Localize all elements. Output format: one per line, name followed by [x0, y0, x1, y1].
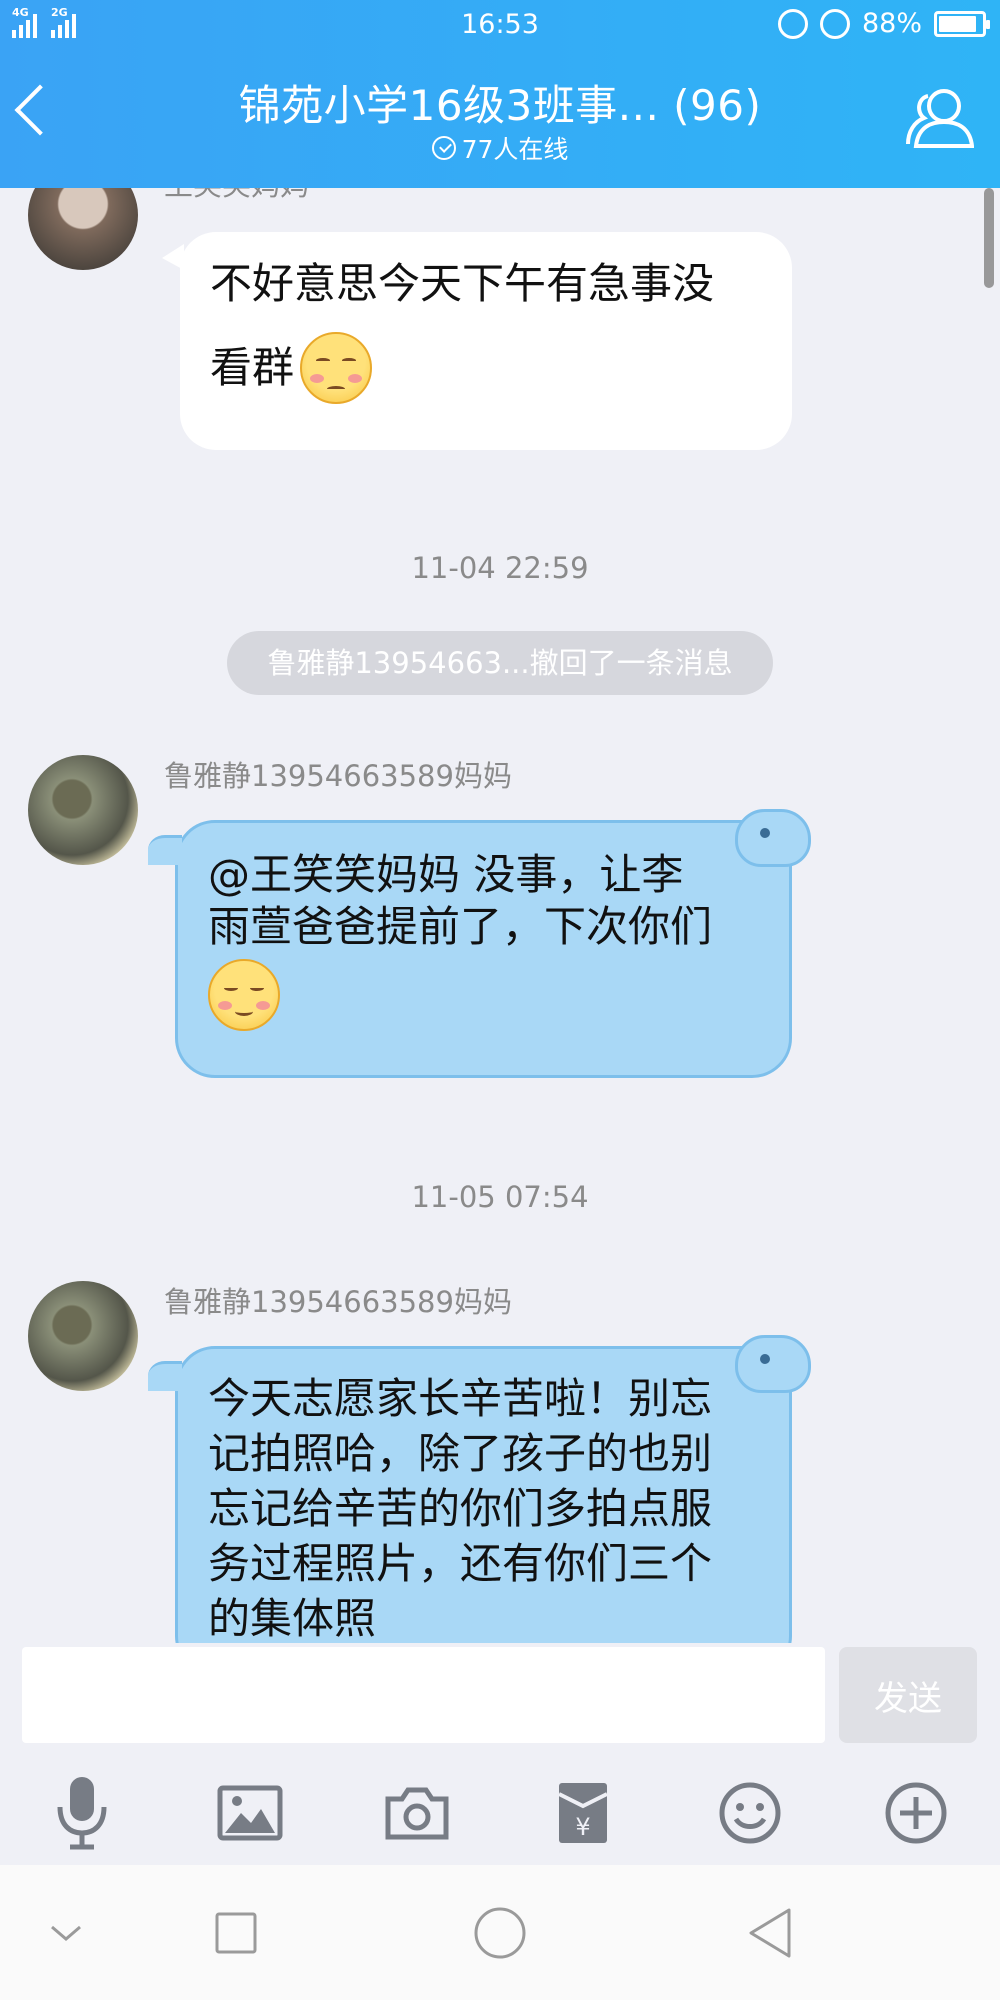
battery-icon [934, 10, 990, 37]
message-text: 忘记给辛苦的你们多拍点服 [208, 1484, 713, 1533]
bubble-decoration [735, 1335, 811, 1393]
chat-header: 4G 2G 16:53 88% 锦苑小学16级3班事... (96) 77人在线 [0, 0, 1000, 188]
avatar[interactable] [28, 1281, 138, 1391]
avatar[interactable] [28, 755, 138, 865]
alarm-icon [819, 8, 850, 39]
timestamp: 11-04 22:59 [411, 551, 589, 585]
camera-icon[interactable] [377, 1773, 457, 1853]
input-area: 发送 ¥ [0, 1643, 1000, 1865]
timestamp: 11-05 07:54 [411, 1180, 589, 1214]
microphone-icon[interactable] [42, 1773, 122, 1853]
emoji-icon[interactable] [710, 1773, 790, 1853]
home-icon[interactable] [470, 1903, 530, 1963]
message-text: 的集体照 [208, 1594, 377, 1643]
recall-notice: 鲁雅静13954663...撤回了一条消息 [227, 631, 773, 695]
bubble-tail [148, 1361, 182, 1391]
chat-title[interactable]: 锦苑小学16级3班事... (96) [0, 72, 1000, 133]
recents-icon[interactable] [206, 1903, 266, 1963]
message-text: 记拍照哈，除了孩子的也别 [208, 1429, 713, 1478]
message-input[interactable] [22, 1647, 825, 1743]
svg-text:¥: ¥ [575, 1813, 590, 1841]
scrollbar[interactable] [984, 188, 994, 288]
online-count[interactable]: 77人在线 [0, 130, 1000, 166]
send-button[interactable]: 发送 [839, 1647, 977, 1743]
sender-name: 鲁雅静13954663589妈妈 [164, 1285, 512, 1319]
avatar[interactable] [28, 188, 138, 270]
status-bar: 4G 2G 16:53 88% [0, 0, 1000, 52]
group-members-icon[interactable] [906, 86, 975, 154]
message-text: @王笑笑妈妈 没事，让李 [208, 850, 684, 899]
message-text: 务过程照片，还有你们三个 [208, 1539, 713, 1588]
message-text: 看群 [210, 343, 295, 392]
plus-icon[interactable] [876, 1773, 956, 1853]
input-toolbar: ¥ [0, 1773, 1000, 1863]
sleepy-emoji-icon [300, 332, 373, 404]
online-check-icon [431, 136, 456, 160]
hide-keyboard-icon[interactable] [36, 1903, 96, 1963]
rotation-lock-icon [777, 8, 808, 39]
message-text: 雨萱爸爸提前了，下次你们 [208, 902, 713, 951]
system-nav-bar [0, 1865, 1000, 2000]
smile-emoji-icon [208, 959, 280, 1031]
battery-percent: 88% [861, 8, 922, 39]
message-text: 今天志愿家长辛苦啦！别忘 [208, 1374, 713, 1423]
bubble-decoration [735, 809, 811, 867]
message-bubble[interactable]: 今天志愿家长辛苦啦！别忘 记拍照哈，除了孩子的也别 忘记给辛苦的你们多拍点服 务… [148, 1335, 811, 1643]
message-list[interactable]: 王笑笑妈妈 不好意思今天下午有急事没 看群 11-04 22:59 鲁雅静139… [0, 188, 1000, 1643]
sender-name: 王笑笑妈妈 [164, 188, 309, 204]
message-bubble[interactable]: 不好意思今天下午有急事没 看群 [162, 232, 792, 450]
back-nav-icon[interactable] [740, 1903, 800, 1963]
sender-name: 鲁雅静13954663589妈妈 [164, 759, 512, 793]
bubble-tail [148, 835, 182, 865]
image-icon[interactable] [210, 1773, 290, 1853]
message-text: 不好意思今天下午有急事没 [210, 259, 715, 308]
status-right: 88% [777, 8, 990, 39]
red-packet-icon[interactable]: ¥ [543, 1773, 623, 1853]
online-label: 77人在线 [461, 135, 569, 164]
message-bubble[interactable]: @王笑笑妈妈 没事，让李 雨萱爸爸提前了，下次你们 [148, 809, 811, 1078]
